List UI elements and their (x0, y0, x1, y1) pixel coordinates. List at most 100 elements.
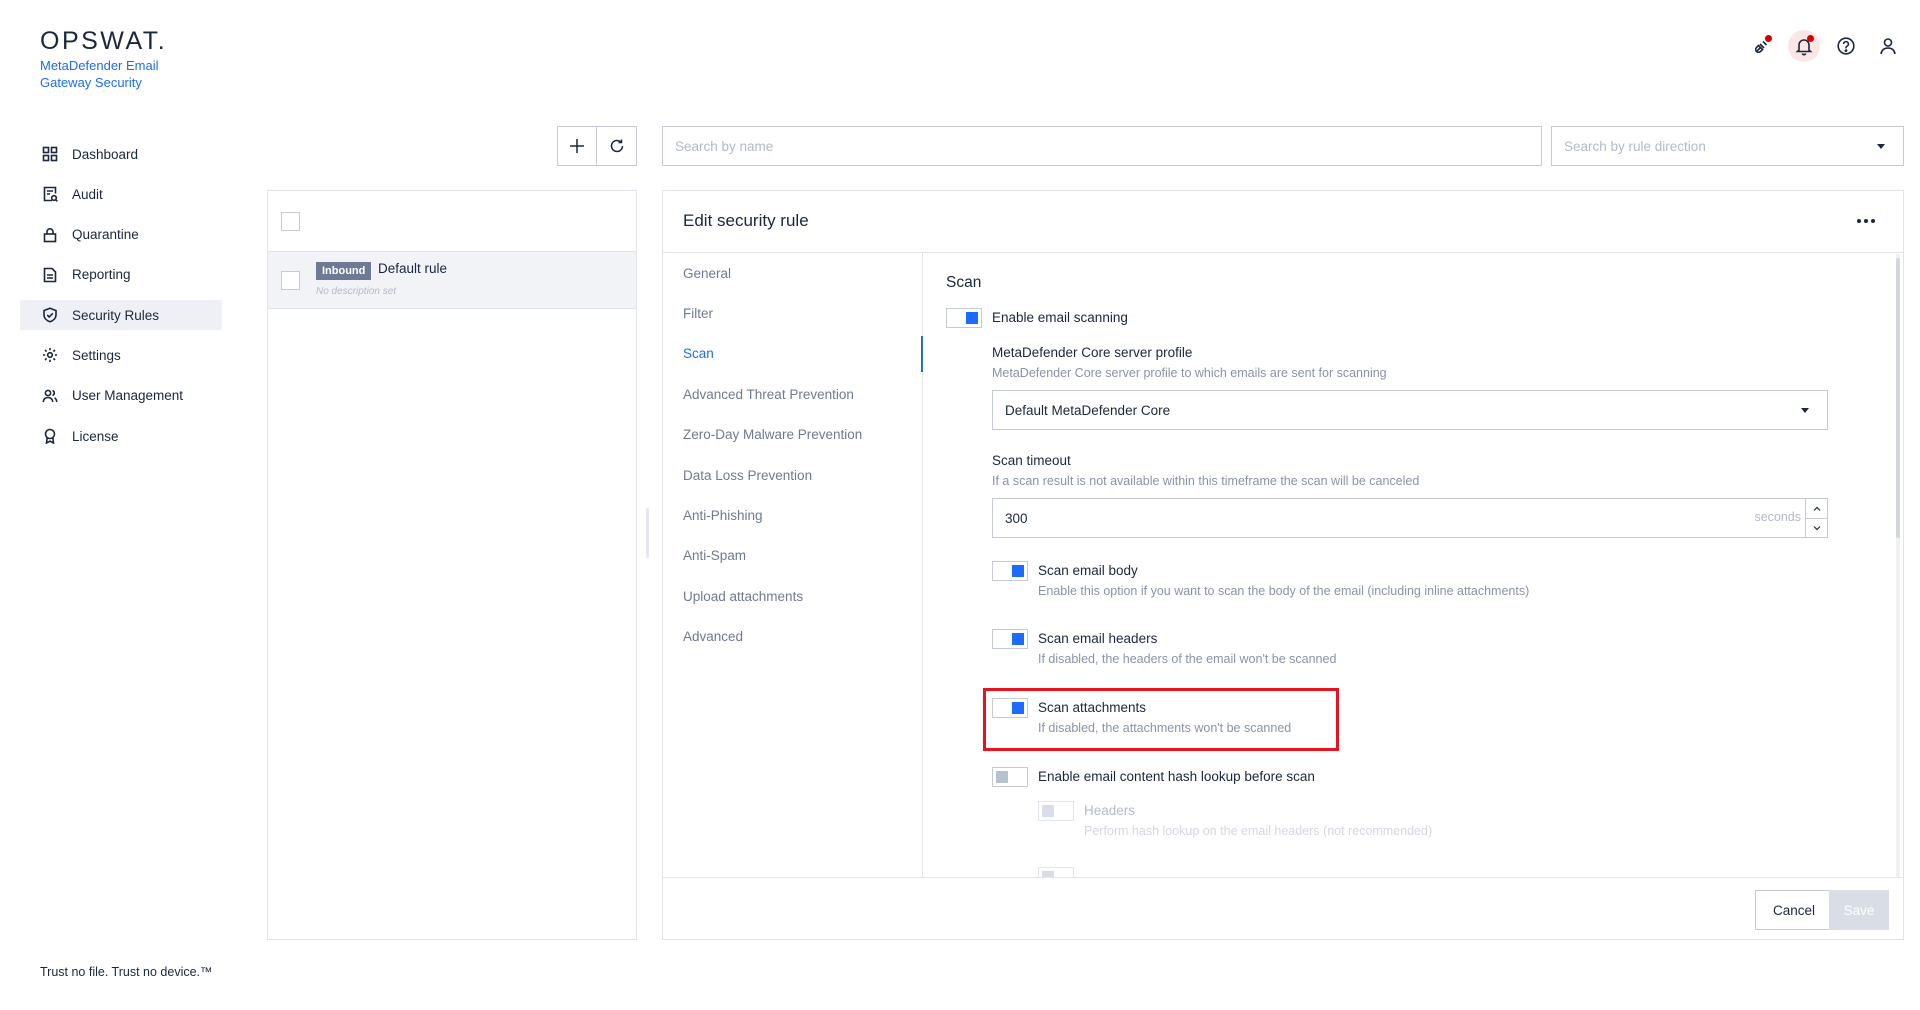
search-name-input[interactable] (662, 126, 1542, 166)
scan-body-label: Scan email body (1038, 563, 1138, 578)
scan-body-toggle[interactable] (992, 561, 1028, 581)
scan-headers-description: If disabled, the headers of the email wo… (1038, 652, 1337, 666)
refresh-button[interactable] (597, 126, 637, 166)
scan-timeout-description: If a scan result is not available within… (992, 474, 1420, 488)
sidebar-item-label: User Management (72, 388, 184, 404)
hash-headers-description: Perform hash lookup on the email headers… (1084, 824, 1433, 838)
panel-title: Edit security rule (683, 211, 809, 230)
tab-zero-day-malware-prevention[interactable]: Zero-Day Malware Prevention (663, 415, 922, 455)
tab-advanced[interactable]: Advanced (663, 617, 922, 657)
users-icon (42, 389, 58, 402)
quantity-stepper (1805, 499, 1827, 537)
sidebar-item-settings[interactable]: Settings (20, 340, 222, 370)
edit-rule-panel: Edit security rule General Filter Scan A… (662, 190, 1904, 940)
rule-name: Default rule (378, 261, 448, 276)
edit-footer: Cancel Save (663, 877, 1903, 939)
rule-description: No description set (316, 286, 397, 297)
more-options-icon[interactable] (1857, 219, 1875, 223)
lock-icon (43, 227, 57, 242)
scan-headers-toggle[interactable] (992, 629, 1028, 649)
chevron-down-icon (1813, 526, 1820, 531)
chevron-down-icon (1801, 408, 1809, 413)
core-profile-label: MetaDefender Core server profile (992, 345, 1193, 360)
chevron-down-icon (1877, 144, 1885, 149)
alert-dot (1807, 35, 1814, 42)
alert-dot (1765, 35, 1772, 42)
tab-general[interactable]: General (663, 253, 922, 293)
refresh-icon (610, 139, 623, 153)
section-title: Scan (946, 274, 982, 291)
sidebar-item-label: Security Rules (72, 307, 160, 323)
sidebar-item-security-rules[interactable]: Security Rules (20, 300, 222, 331)
help-icon[interactable] (1836, 36, 1856, 56)
sidebar-item-user-management[interactable]: User Management (20, 381, 222, 411)
enable-scanning-toggle[interactable] (946, 308, 982, 328)
enable-scanning-label: Enable email scanning (992, 310, 1128, 325)
direction-badge: Inbound (316, 262, 372, 280)
select-all-checkbox[interactable] (281, 212, 300, 231)
sidebar-item-label: Dashboard (72, 146, 139, 162)
plug-icon[interactable] (1752, 35, 1772, 56)
sidebar-item-quarantine[interactable]: Quarantine (20, 220, 222, 250)
add-rule-button[interactable] (557, 126, 597, 166)
sidebar-item-label: Audit (72, 186, 103, 202)
list-toolbar (557, 126, 637, 166)
sidebar-item-label: Reporting (72, 267, 131, 283)
sidebar-item-audit[interactable]: Audit (20, 179, 222, 209)
sidebar-item-reporting[interactable]: Reporting (20, 260, 222, 290)
panel-resize-handle[interactable] (646, 508, 649, 558)
rule-section-nav: General Filter Scan Advanced Threat Prev… (663, 253, 923, 878)
hash-headers-label: Headers (1084, 803, 1136, 818)
save-button[interactable]: Save (1829, 890, 1889, 930)
sidebar-item-license[interactable]: License (20, 421, 222, 451)
row-checkbox[interactable] (281, 271, 300, 290)
hash-lookup-label: Enable email content hash lookup before … (1038, 769, 1315, 784)
opswat-logo: OPSWAT. (40, 27, 168, 55)
scan-settings: Scan Enable email scanning MetaDefender … (924, 253, 1894, 878)
scan-timeout-label: Scan timeout (992, 453, 1071, 468)
tab-anti-phishing[interactable]: Anti-Phishing (663, 495, 922, 535)
scan-timeout-input[interactable]: 300 seconds (992, 498, 1828, 538)
document-icon (43, 267, 57, 283)
tab-filter[interactable]: Filter (663, 293, 922, 333)
tab-advanced-threat-prevention[interactable]: Advanced Threat Prevention (663, 374, 922, 414)
sidebar-item-dashboard[interactable]: Dashboard (20, 139, 222, 169)
gear-icon (43, 348, 57, 363)
core-profile-description: MetaDefender Core server profile to whic… (992, 366, 1387, 380)
tab-data-loss-prevention[interactable]: Data Loss Prevention (663, 455, 922, 495)
rules-list: Inbound Default rule No description set (267, 190, 637, 940)
rule-direction-select[interactable]: Search by rule direction (1551, 126, 1904, 166)
product-name: MetaDefender Email Gateway Security (40, 58, 159, 90)
increment-button[interactable] (1806, 499, 1827, 518)
audit-icon (43, 186, 58, 203)
chevron-up-icon (1813, 506, 1820, 511)
sidebar-nav: Dashboard Audit Quarantine Reporting Sec… (20, 139, 222, 461)
tagline: Trust no file. Trust no device.™ (40, 965, 213, 979)
sidebar-item-label: Settings (72, 347, 121, 363)
plus-icon (570, 139, 584, 153)
table-row[interactable]: Inbound Default rule No description set (268, 252, 636, 309)
list-header (268, 191, 636, 252)
user-icon[interactable] (1878, 36, 1898, 56)
core-profile-value: Default MetaDefender Core (1005, 402, 1171, 418)
scan-timeout-unit: seconds (1754, 510, 1801, 524)
sidebar-item-label: License (72, 428, 119, 444)
scan-timeout-value: 300 (1005, 510, 1028, 526)
core-profile-select[interactable]: Default MetaDefender Core (992, 390, 1828, 430)
hash-lookup-toggle[interactable] (992, 767, 1028, 787)
bell-icon[interactable] (1788, 30, 1820, 62)
hash-headers-toggle (1038, 801, 1074, 821)
highlight-box (983, 688, 1339, 751)
tab-anti-spam[interactable]: Anti-Spam (663, 536, 922, 576)
scrollbar-thumb[interactable] (1896, 258, 1900, 538)
decrement-button[interactable] (1806, 518, 1827, 537)
edit-header: Edit security rule (663, 191, 1903, 253)
scan-body-description: Enable this option if you want to scan t… (1038, 584, 1530, 598)
top-toolbar (1752, 30, 1898, 62)
badge-icon (44, 428, 56, 445)
sidebar-item-label: Quarantine (72, 227, 139, 243)
tab-upload-attachments[interactable]: Upload attachments (663, 576, 922, 616)
cancel-button[interactable]: Cancel (1755, 890, 1833, 930)
rule-direction-placeholder: Search by rule direction (1564, 138, 1706, 154)
tab-scan[interactable]: Scan (663, 334, 923, 374)
